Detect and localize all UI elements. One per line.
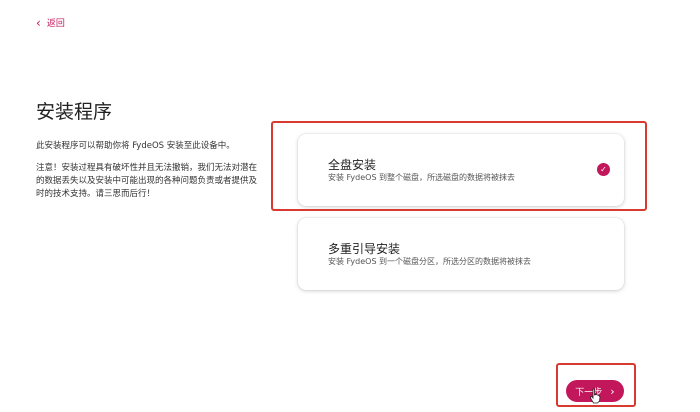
- chevron-right-icon: ›: [610, 384, 615, 398]
- option-multi-boot-install[interactable]: 多重引导安装 安装 FydeOS 到一个磁盘分区，所选分区的数据将被抹去: [298, 218, 624, 290]
- option-description: 安装 FydeOS 到一个磁盘分区，所选分区的数据将被抹去: [328, 257, 532, 266]
- next-button[interactable]: 下一步 ›: [566, 380, 624, 402]
- installer-page: ‹ 返回 安装程序 此安装程序可以帮助你将 FydeOS 安装至此设备中。 注意…: [0, 0, 700, 412]
- option-full-disk-install[interactable]: 全盘安装 安装 FydeOS 到整个磁盘，所选磁盘的数据将被抹去 ✓: [298, 134, 624, 206]
- chevron-left-icon: ‹: [36, 15, 41, 30]
- option-title: 全盘安装: [328, 158, 377, 172]
- option-description: 安装 FydeOS 到整个磁盘，所选磁盘的数据将被抹去: [328, 173, 516, 182]
- option-title: 多重引导安装: [328, 242, 401, 256]
- warning-text: 注意！安装过程具有破坏性并且无法撤销，我们无法对潜在的数据丢失以及安装中可能出现…: [36, 163, 258, 199]
- back-label: 返回: [46, 19, 65, 29]
- back-link[interactable]: ‹ 返回: [36, 15, 65, 30]
- page-title: 安装程序: [36, 101, 113, 123]
- check-circle-icon: ✓: [597, 163, 610, 176]
- intro-text: 此安装程序可以帮助你将 FydeOS 安装至此设备中。: [36, 141, 235, 151]
- next-label: 下一步: [575, 387, 603, 398]
